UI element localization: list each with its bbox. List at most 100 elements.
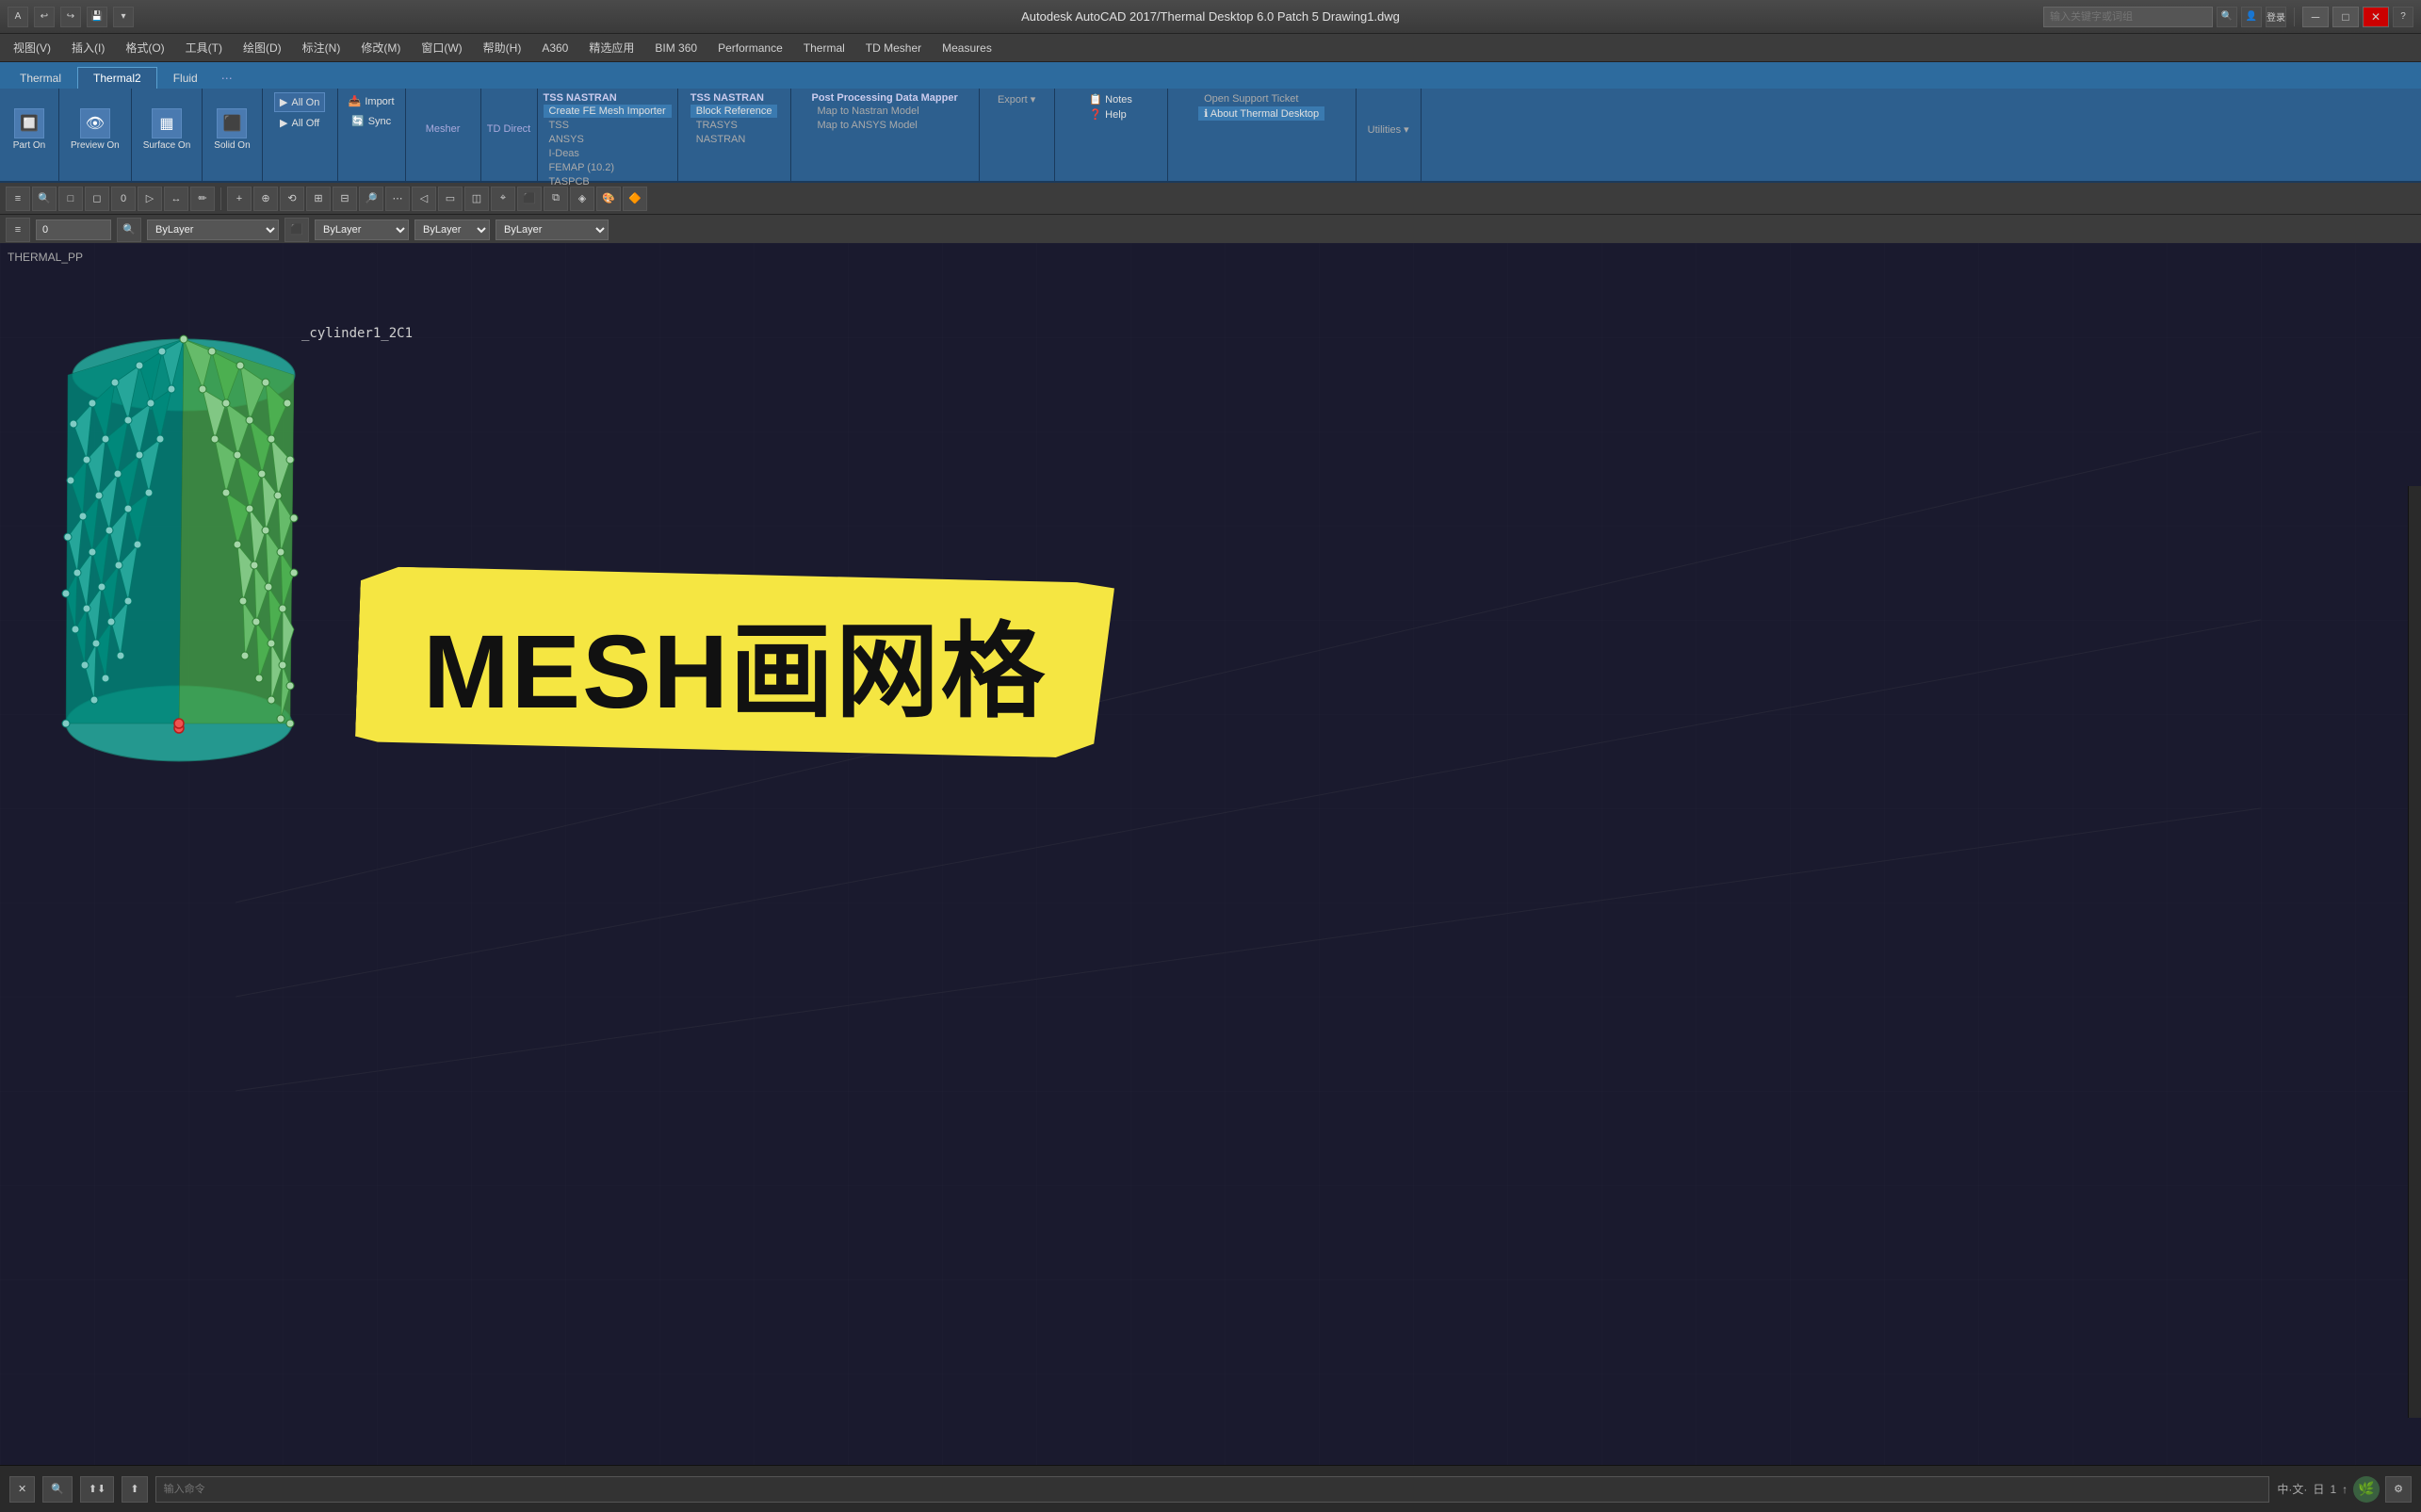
menu-a360[interactable]: A360 <box>532 38 577 58</box>
status-avatar[interactable]: 🌿 <box>2353 1476 2380 1503</box>
create-fe-label[interactable]: Create FE Mesh Importer <box>544 105 672 118</box>
command-input[interactable] <box>155 1476 2270 1503</box>
linetype-select[interactable]: ByLayer <box>315 219 409 240</box>
tool-11[interactable]: ⟲ <box>280 187 304 211</box>
status-num[interactable]: 1 <box>2330 1483 2336 1496</box>
export-label[interactable]: Export ▾ <box>992 92 1041 106</box>
ribbon-group-tddirect: TD Direct <box>481 89 538 181</box>
ideas-label[interactable]: I-Deas <box>544 147 585 160</box>
tool-12[interactable]: ⊞ <box>306 187 331 211</box>
menu-tools[interactable]: 工具(T) <box>176 36 232 59</box>
layers-icon[interactable]: ≡ <box>6 218 30 242</box>
redo-btn[interactable]: ↪ <box>60 7 81 27</box>
status-search-btn[interactable]: 🔍 <box>42 1476 73 1503</box>
help-icon[interactable]: ? <box>2393 7 2413 27</box>
nastran-label[interactable]: NASTRAN <box>691 133 752 146</box>
status-lang[interactable]: 日 <box>2313 1481 2324 1497</box>
part-on-btn[interactable]: 🔲 Part On <box>6 105 53 154</box>
menu-featured[interactable]: 精选应用 <box>579 36 643 59</box>
status-expand-btn[interactable]: ⬆ <box>122 1476 147 1503</box>
tool-5[interactable]: 0 <box>111 187 136 211</box>
minimize-btn[interactable]: ─ <box>2302 7 2329 27</box>
menu-performance[interactable]: Performance <box>708 38 792 58</box>
menu-help[interactable]: 帮助(H) <box>474 36 531 59</box>
map-nastran-label[interactable]: Map to Nastran Model <box>811 105 924 118</box>
tab-thermal2[interactable]: Thermal2 <box>77 67 157 89</box>
menu-bim360[interactable]: BIM 360 <box>645 38 707 58</box>
layer-search[interactable]: 🔍 <box>117 218 141 242</box>
menu-draw[interactable]: 绘图(D) <box>234 36 291 59</box>
menu-window[interactable]: 窗口(W) <box>412 36 471 59</box>
tool-15[interactable]: ⋯ <box>385 187 410 211</box>
solid-on-btn[interactable]: ⬛ Solid On <box>208 105 255 154</box>
menu-measures[interactable]: Measures <box>933 38 1001 58</box>
undo-btn[interactable]: ↩ <box>34 7 55 27</box>
tool-10[interactable]: ⊕ <box>253 187 278 211</box>
menu-td-mesher[interactable]: TD Mesher <box>856 38 931 58</box>
trasys-label[interactable]: TRASYS <box>691 119 743 132</box>
tool-9[interactable]: + <box>227 187 252 211</box>
ansys-label[interactable]: ANSYS <box>544 133 590 146</box>
dropdown-arrow[interactable]: ▾ <box>113 7 134 27</box>
tool-3[interactable]: □ <box>58 187 83 211</box>
transparency-select[interactable]: ByLayer <box>496 219 609 240</box>
menu-insert[interactable]: 插入(I) <box>62 36 114 59</box>
tool-1[interactable]: ≡ <box>6 187 30 211</box>
lineweight-select[interactable]: ByLayer <box>414 219 490 240</box>
search-input[interactable] <box>2043 7 2213 27</box>
tool-13[interactable]: ⊟ <box>333 187 357 211</box>
help-label[interactable]: ❓ Help <box>1083 107 1131 122</box>
tool-6[interactable]: ▷ <box>138 187 162 211</box>
tool-2[interactable]: 🔍 <box>32 187 57 211</box>
tool-14[interactable]: 🔎 <box>359 187 383 211</box>
tool-19[interactable]: ⌖ <box>491 187 515 211</box>
surface-on-btn[interactable]: ▦ Surface On <box>138 105 197 154</box>
color-select[interactable]: ⬛ <box>284 218 309 242</box>
tss-label2[interactable]: TSS <box>544 119 575 132</box>
login-btn[interactable]: 登录 <box>2266 7 2286 27</box>
user-icon[interactable]: 👤 <box>2241 7 2262 27</box>
menu-bar: 视图(V) 插入(I) 格式(O) 工具(T) 绘图(D) 标注(N) 修改(M… <box>0 34 2421 62</box>
notes-label[interactable]: 📋 Notes <box>1083 92 1138 106</box>
maximize-btn[interactable]: □ <box>2332 7 2359 27</box>
sync-btn[interactable]: 🔄Sync <box>347 112 396 130</box>
open-support-label[interactable]: Open Support Ticket <box>1198 92 1304 106</box>
status-close-btn[interactable]: ✕ <box>9 1476 35 1503</box>
import-btn[interactable]: 📥Import <box>344 92 399 110</box>
tool-17[interactable]: ▭ <box>438 187 463 211</box>
tool-8[interactable]: ✏ <box>190 187 215 211</box>
more-tabs-btn[interactable]: ⋯ <box>218 68 236 89</box>
utilities-label[interactable]: Utilities ▾ <box>1362 122 1415 137</box>
tool-20[interactable]: ⬛ <box>517 187 542 211</box>
about-thermal-label[interactable]: ℹ About Thermal Desktop <box>1198 106 1324 121</box>
menu-thermal[interactable]: Thermal <box>794 38 854 58</box>
ribbon-group-block-ref: TSS NASTRAN Block Reference TRASYS NASTR… <box>678 89 791 181</box>
tab-fluid[interactable]: Fluid <box>157 67 214 89</box>
menu-modify[interactable]: 修改(M) <box>351 36 410 59</box>
map-ansys-label[interactable]: Map to ANSYS Model <box>811 119 922 132</box>
menu-annotation[interactable]: 标注(N) <box>293 36 350 59</box>
tool-7[interactable]: ↔ <box>164 187 188 211</box>
save-btn[interactable]: 💾 <box>87 7 107 27</box>
tool-18[interactable]: ◫ <box>464 187 489 211</box>
femap-label[interactable]: FEMAP (10.2) <box>544 161 621 174</box>
status-arrow[interactable]: ↑ <box>2342 1483 2348 1496</box>
mesh-banner: MESH画网格 <box>358 573 1112 752</box>
all-off-btn[interactable]: ▶All Off <box>275 114 324 132</box>
tool-16[interactable]: ◁ <box>412 187 436 211</box>
mesher-label: Mesher <box>426 123 461 135</box>
menu-view[interactable]: 视图(V) <box>4 36 60 59</box>
status-settings[interactable]: ⚙ <box>2385 1476 2412 1503</box>
preview-on-btn[interactable]: 👁 Preview On <box>65 105 125 154</box>
tab-thermal[interactable]: Thermal <box>4 67 77 89</box>
status-nav-btn[interactable]: ⬆⬇ <box>80 1476 114 1503</box>
taspcb-label[interactable]: TASPCB <box>544 175 595 188</box>
menu-format[interactable]: 格式(O) <box>116 36 173 59</box>
block-ref-label[interactable]: Block Reference <box>691 105 778 118</box>
tool-4[interactable]: ◻ <box>85 187 109 211</box>
layer-select[interactable]: ByLayer <box>147 219 279 240</box>
search-icon[interactable]: 🔍 <box>2217 7 2237 27</box>
layer-value-input[interactable] <box>36 219 111 240</box>
close-btn[interactable]: ✕ <box>2363 7 2389 27</box>
all-on-btn[interactable]: ▶All On <box>274 92 325 112</box>
